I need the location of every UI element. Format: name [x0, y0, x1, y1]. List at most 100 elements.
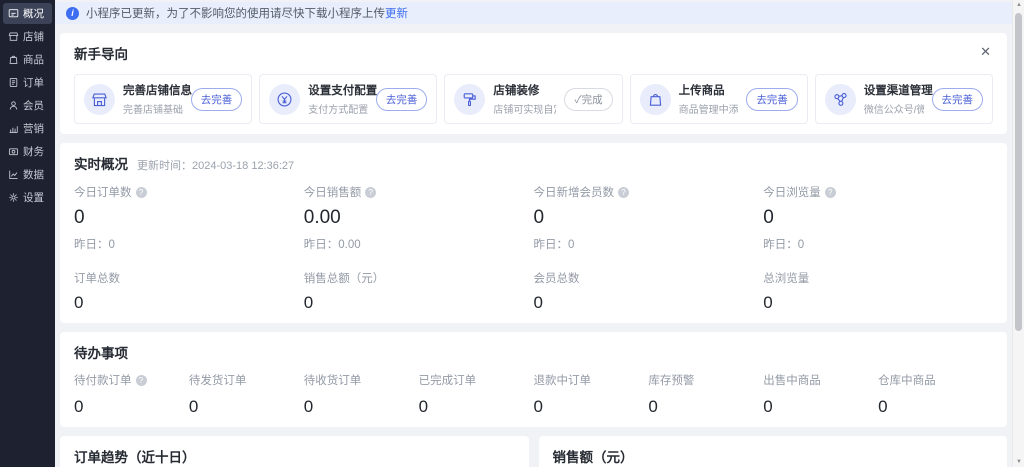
card-desc: 商品管理中添加商品上传 — [679, 101, 739, 116]
todo-value: 0 — [419, 397, 534, 417]
stat-value: 0 — [763, 207, 993, 229]
todo-refunding-orders: 退款中订单 0 — [534, 372, 649, 417]
card-title: 完善店铺信息 — [123, 82, 183, 98]
sidebar-item-shop[interactable]: 店铺 — [3, 26, 52, 47]
todo-value: 0 — [878, 397, 993, 417]
guide-card-upload-goods: 上传商品 商品管理中添加商品上传 去完善 — [630, 74, 808, 124]
guide-card-decorate: 店铺装修 店铺可实现自定义模板装修 ✓完成 — [444, 74, 622, 124]
scrollbar-thumb[interactable] — [1015, 13, 1022, 331]
sidebar-item-label: 订单 — [23, 75, 44, 90]
guide-title: 新手导向 — [74, 43, 128, 63]
sidebar-item-overview[interactable]: 概况 — [3, 3, 52, 24]
stat-today-views: 今日浏览量? 0 昨日：0 总浏览量 0 — [763, 184, 993, 313]
sales-chart-title: 销售额（元） — [553, 446, 994, 466]
sidebar-item-order[interactable]: 订单 — [3, 72, 52, 93]
stat-total-label: 会员总数 — [534, 270, 764, 286]
sidebar-item-data[interactable]: 数据 — [3, 164, 52, 185]
check-icon: ✓ — [574, 94, 581, 106]
card-title: 设置渠道管理 — [864, 82, 924, 98]
content-area: 新手导向 ✕ 完善店铺信息 完善店铺基础信息等 去完善 — [55, 24, 1012, 467]
todo-pending-shipment: 待发货订单 0 — [189, 372, 304, 417]
sidebar-item-label: 概况 — [23, 6, 44, 21]
sidebar-item-settings[interactable]: 设置 — [3, 187, 52, 208]
todo-on-sale-goods: 出售中商品 0 — [763, 372, 878, 417]
shopping-bag-icon — [640, 84, 671, 115]
help-icon[interactable]: ? — [136, 375, 147, 386]
updated-time: 更新时间：2024-03-18 12:36:27 — [137, 157, 294, 173]
todo-pending-payment: 待付款订单? 0 — [74, 372, 189, 417]
todo-pending-receipt: 待收货订单 0 — [304, 372, 419, 417]
todo-value: 0 — [534, 397, 649, 417]
sidebar-item-label: 财务 — [23, 144, 44, 159]
help-icon[interactable]: ? — [136, 187, 147, 198]
close-icon[interactable]: ✕ — [978, 43, 993, 60]
card-title: 店铺装修 — [493, 82, 556, 98]
go-complete-button[interactable]: 去完善 — [932, 88, 984, 111]
stat-value: 0 — [74, 207, 304, 229]
sidebar-item-member[interactable]: 会员 — [3, 95, 52, 116]
stat-total-label: 订单总数 — [74, 270, 304, 286]
todo-completed-orders: 已完成订单 0 — [419, 372, 534, 417]
todo-title: 待办事项 — [74, 342, 993, 362]
notice-text: 小程序已更新，为了不影响您的使用请尽快下载小程序上传更新 — [86, 5, 408, 21]
todo-stock-warning: 库存预警 0 — [648, 372, 763, 417]
stat-total-value: 0 — [534, 293, 764, 313]
guide-card-channel: 设置渠道管理 微信公众号/微信小程序 去完善 — [815, 74, 993, 124]
card-desc: 微信公众号/微信小程序 — [864, 101, 924, 116]
order-trend-title: 订单趋势（近十日） — [74, 446, 515, 466]
help-icon[interactable]: ? — [365, 187, 376, 198]
todo-value: 0 — [304, 397, 419, 417]
done-badge: ✓完成 — [564, 88, 612, 111]
guide-card-shop-info: 完善店铺信息 完善店铺基础信息等 去完善 — [74, 74, 252, 124]
vertical-scrollbar[interactable]: ▲ ▼ — [1012, 0, 1024, 467]
sidebar-item-marketing[interactable]: 营销 — [3, 118, 52, 139]
todo-items: 待付款订单? 0 待发货订单 0 待收货订单 0 已完成订单 0 退款中订单 — [74, 372, 993, 417]
sidebar-item-finance[interactable]: 财务 — [3, 141, 52, 162]
todo-value: 0 — [648, 397, 763, 417]
member-icon — [8, 100, 19, 111]
sidebar-item-label: 商品 — [23, 52, 44, 67]
card-title: 上传商品 — [679, 82, 739, 98]
todo-panel: 待办事项 待付款订单? 0 待发货订单 0 待收货订单 0 已完成订单 0 — [60, 332, 1007, 427]
sidebar-item-label: 营销 — [23, 121, 44, 136]
stat-total-value: 0 — [74, 293, 304, 313]
stat-value: 0.00 — [304, 207, 534, 229]
stat-yesterday: 昨日：0.00 — [304, 236, 534, 252]
marketing-icon — [8, 123, 19, 134]
finance-icon — [8, 146, 19, 157]
card-desc: 完善店铺基础信息等 — [123, 101, 183, 116]
main-content: i 小程序已更新，为了不影响您的使用请尽快下载小程序上传更新 新手导向 ✕ 完善… — [55, 0, 1012, 467]
help-icon[interactable]: ? — [618, 187, 629, 198]
guide-card-payment: 设置支付配置 支付方式配置(支付宝/微信) 去完善 — [259, 74, 437, 124]
guide-cards: 完善店铺信息 完善店铺基础信息等 去完善 设置支付配置 支付方式配置(支付宝/微… — [74, 74, 993, 124]
stat-yesterday: 昨日：0 — [74, 236, 304, 252]
stat-total-value: 0 — [304, 293, 534, 313]
card-desc: 支付方式配置(支付宝/微信) — [308, 101, 368, 116]
go-complete-button[interactable]: 去完善 — [376, 88, 428, 111]
go-complete-button[interactable]: 去完善 — [191, 88, 243, 111]
paint-roller-icon — [454, 84, 485, 115]
charts-row: 订单趋势（近十日） 1 0.8 0.6 0.4 — [60, 436, 1007, 467]
update-link[interactable]: 更新 — [385, 8, 408, 20]
sidebar-item-label: 数据 — [23, 167, 44, 182]
stat-today-new-members: 今日新增会员数? 0 昨日：0 会员总数 0 — [534, 184, 764, 313]
stat-yesterday: 昨日：0 — [763, 236, 993, 252]
help-icon[interactable]: ? — [825, 187, 836, 198]
order-icon — [8, 77, 19, 88]
settings-icon — [8, 192, 19, 203]
card-desc: 店铺可实现自定义模板装修 — [493, 101, 556, 116]
sidebar-item-label: 店铺 — [23, 29, 44, 44]
order-trend-chart-panel: 订单趋势（近十日） 1 0.8 0.6 0.4 — [60, 436, 529, 467]
stat-value: 0 — [534, 207, 764, 229]
go-complete-button[interactable]: 去完善 — [746, 88, 798, 111]
stat-today-sales: 今日销售额? 0.00 昨日：0.00 销售总额（元） 0 — [304, 184, 534, 313]
sidebar-item-goods[interactable]: 商品 — [3, 49, 52, 70]
scroll-down-icon[interactable]: ▼ — [1013, 459, 1024, 465]
info-icon: i — [66, 7, 79, 20]
todo-value: 0 — [189, 397, 304, 417]
share-nodes-icon — [825, 84, 856, 115]
realtime-stats: 今日订单数? 0 昨日：0 订单总数 0 今日销售额? 0.00 昨日：0.00… — [74, 184, 993, 313]
scroll-up-icon[interactable]: ▲ — [1013, 2, 1024, 8]
todo-value: 0 — [763, 397, 878, 417]
stat-yesterday: 昨日：0 — [534, 236, 764, 252]
